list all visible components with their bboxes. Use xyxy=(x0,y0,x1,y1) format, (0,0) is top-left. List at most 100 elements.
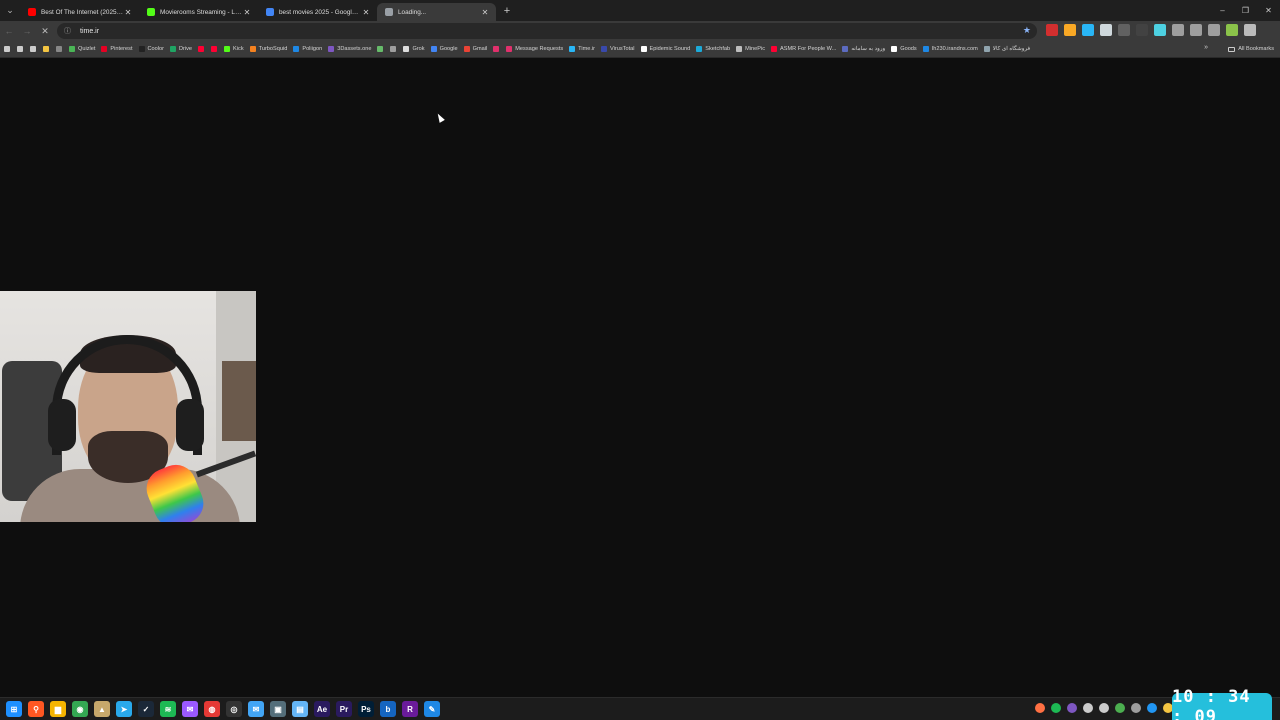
site-info-icon[interactable]: ⓘ xyxy=(64,26,74,36)
bookmark-item[interactable]: Message Requests xyxy=(506,46,563,52)
bookmark-item[interactable]: Time.ir xyxy=(569,46,595,52)
new-tab-button[interactable]: + xyxy=(498,5,516,17)
bookmark-item[interactable] xyxy=(17,46,26,52)
tray-icon[interactable] xyxy=(1083,703,1093,713)
spotify-icon[interactable]: ≋ xyxy=(160,701,176,717)
github-icon[interactable]: ◎ xyxy=(226,701,242,717)
back-button[interactable]: ← xyxy=(0,26,18,36)
minimize-button[interactable]: – xyxy=(1211,6,1234,15)
ext-red-icon[interactable] xyxy=(1046,24,1058,36)
tab-close-icon[interactable]: ✕ xyxy=(361,8,371,17)
bookmark-item[interactable]: Grok xyxy=(403,46,425,52)
bookmark-item[interactable]: 3Dassets.one xyxy=(328,46,371,52)
r-app-icon[interactable]: R xyxy=(402,701,418,717)
bookmark-item[interactable] xyxy=(198,46,207,52)
forward-button[interactable]: → xyxy=(18,26,36,36)
bookmark-item[interactable]: Coolor xyxy=(138,46,164,52)
b-app-icon[interactable]: b xyxy=(380,701,396,717)
bookmark-item[interactable]: Pinterest xyxy=(101,46,133,52)
bookmark-item[interactable]: TurboSquid xyxy=(249,46,288,52)
taskbar-apps: ⊞ ⚲ ▆ ◉ ▲ ➤ ✓ ≋ ✉ ◍ ◎ ✉ ▣ ▤ Ae Pr Ps b R ✎ xyxy=(6,701,446,717)
webcam-shelf xyxy=(222,361,256,441)
bookmark-label: TurboSquid xyxy=(258,46,288,52)
tray-icon[interactable] xyxy=(1067,703,1077,713)
bookmark-item[interactable]: ورود به سامانه xyxy=(842,46,885,52)
bookmark-item[interactable]: VirusTotal xyxy=(601,46,635,52)
bookmark-item[interactable] xyxy=(211,46,220,52)
bookmark-item[interactable] xyxy=(493,46,502,52)
ext-teal-icon[interactable] xyxy=(1154,24,1166,36)
puzzle-icon[interactable] xyxy=(1172,24,1184,36)
ext-shield-icon[interactable] xyxy=(1100,24,1112,36)
menu-dots-icon[interactable] xyxy=(1244,24,1256,36)
profile-icon[interactable] xyxy=(1226,24,1238,36)
bookmark-item[interactable]: Poliigon xyxy=(293,46,322,52)
notepad-icon[interactable]: ▤ xyxy=(292,701,308,717)
ext-multi-icon[interactable] xyxy=(1064,24,1076,36)
capture-icon[interactable]: ▣ xyxy=(270,701,286,717)
mail-icon[interactable]: ✉ xyxy=(248,701,264,717)
bookmark-item[interactable]: Ih230.irandns.com xyxy=(922,46,978,52)
browser-tab[interactable]: Best Of The Internet (2025) - Yo ✕ xyxy=(20,3,139,21)
browser-tab[interactable]: Loading... ✕ xyxy=(377,3,496,21)
bookmark-item[interactable]: Gmail xyxy=(463,46,487,52)
key-icon[interactable] xyxy=(1190,24,1202,36)
bookmark-item[interactable]: ASMR For People W... xyxy=(771,46,836,52)
address-bar[interactable]: ⓘ time.ir ★ xyxy=(57,23,1037,39)
restore-button[interactable]: ❐ xyxy=(1234,6,1257,15)
bookmark-item[interactable] xyxy=(30,46,39,52)
messenger-icon[interactable]: ✉ xyxy=(182,701,198,717)
tab-close-icon[interactable]: ✕ xyxy=(123,8,133,17)
more-bookmarks-chevron-icon[interactable]: » xyxy=(1204,44,1208,51)
photoshop-icon[interactable]: Ps xyxy=(358,701,374,717)
ext-grey-icon[interactable] xyxy=(1118,24,1130,36)
bookmark-item[interactable] xyxy=(43,46,52,52)
app-icon[interactable]: ▲ xyxy=(94,701,110,717)
bookmark-item[interactable] xyxy=(56,46,65,52)
bookmark-favicon-icon xyxy=(983,46,990,52)
tab-close-icon[interactable]: ✕ xyxy=(480,8,490,17)
pen-app-icon[interactable]: ✎ xyxy=(424,701,440,717)
bookmark-item[interactable]: Drive xyxy=(169,46,192,52)
bookmark-item[interactable]: Goods xyxy=(891,46,917,52)
ext-audio-icon[interactable] xyxy=(1082,24,1094,36)
tab-search-chevron-icon[interactable]: ⌄ xyxy=(0,0,20,21)
davinci-icon[interactable]: ◍ xyxy=(204,701,220,717)
steam-icon[interactable]: ✓ xyxy=(138,701,154,717)
file-explorer-icon[interactable]: ▆ xyxy=(50,701,66,717)
media-icon[interactable] xyxy=(1208,24,1220,36)
search-icon[interactable]: ⚲ xyxy=(28,701,44,717)
bookmark-item[interactable]: Epidemic Sound xyxy=(640,46,690,52)
tray-icon[interactable] xyxy=(1115,703,1125,713)
all-bookmarks-button[interactable]: All Bookmarks xyxy=(1228,46,1274,52)
close-window-button[interactable]: ✕ xyxy=(1257,6,1280,15)
telegram-icon[interactable]: ➤ xyxy=(116,701,132,717)
tray-icon[interactable] xyxy=(1051,703,1061,713)
bookmark-item[interactable] xyxy=(390,46,399,52)
stop-loading-button[interactable]: ✕ xyxy=(36,26,54,37)
bookmark-star-icon[interactable]: ★ xyxy=(1023,25,1031,36)
loading-icon xyxy=(385,8,393,16)
bookmark-item[interactable]: Google xyxy=(430,46,458,52)
bookmark-label: ورود به سامانه xyxy=(851,46,886,52)
tab-close-icon[interactable]: ✕ xyxy=(242,8,252,17)
after-effects-icon[interactable]: Ae xyxy=(314,701,330,717)
bookmark-item[interactable] xyxy=(4,46,13,52)
tray-icon[interactable] xyxy=(1147,703,1157,713)
chrome-icon[interactable]: ◉ xyxy=(72,701,88,717)
bookmark-item[interactable] xyxy=(377,46,386,52)
bookmark-item[interactable]: فروشگاه ای کالا xyxy=(983,46,1030,52)
bookmark-item[interactable]: MinePic xyxy=(736,46,765,52)
browser-tab[interactable]: Movierooms Streaming - Live S ✕ xyxy=(139,3,258,21)
browser-tab[interactable]: best movies 2025 - Google Sea ✕ xyxy=(258,3,377,21)
bookmark-item[interactable]: Quizlet xyxy=(69,46,95,52)
bookmark-item[interactable]: Sketchfab xyxy=(696,46,730,52)
premiere-icon[interactable]: Pr xyxy=(336,701,352,717)
tray-icon[interactable] xyxy=(1099,703,1109,713)
bookmark-favicon-icon xyxy=(377,46,384,52)
ext-dark-icon[interactable] xyxy=(1136,24,1148,36)
bookmark-item[interactable]: Kick xyxy=(224,46,244,52)
tray-icon[interactable] xyxy=(1131,703,1141,713)
windows-start-icon[interactable]: ⊞ xyxy=(6,701,22,717)
tray-icon[interactable] xyxy=(1035,703,1045,713)
